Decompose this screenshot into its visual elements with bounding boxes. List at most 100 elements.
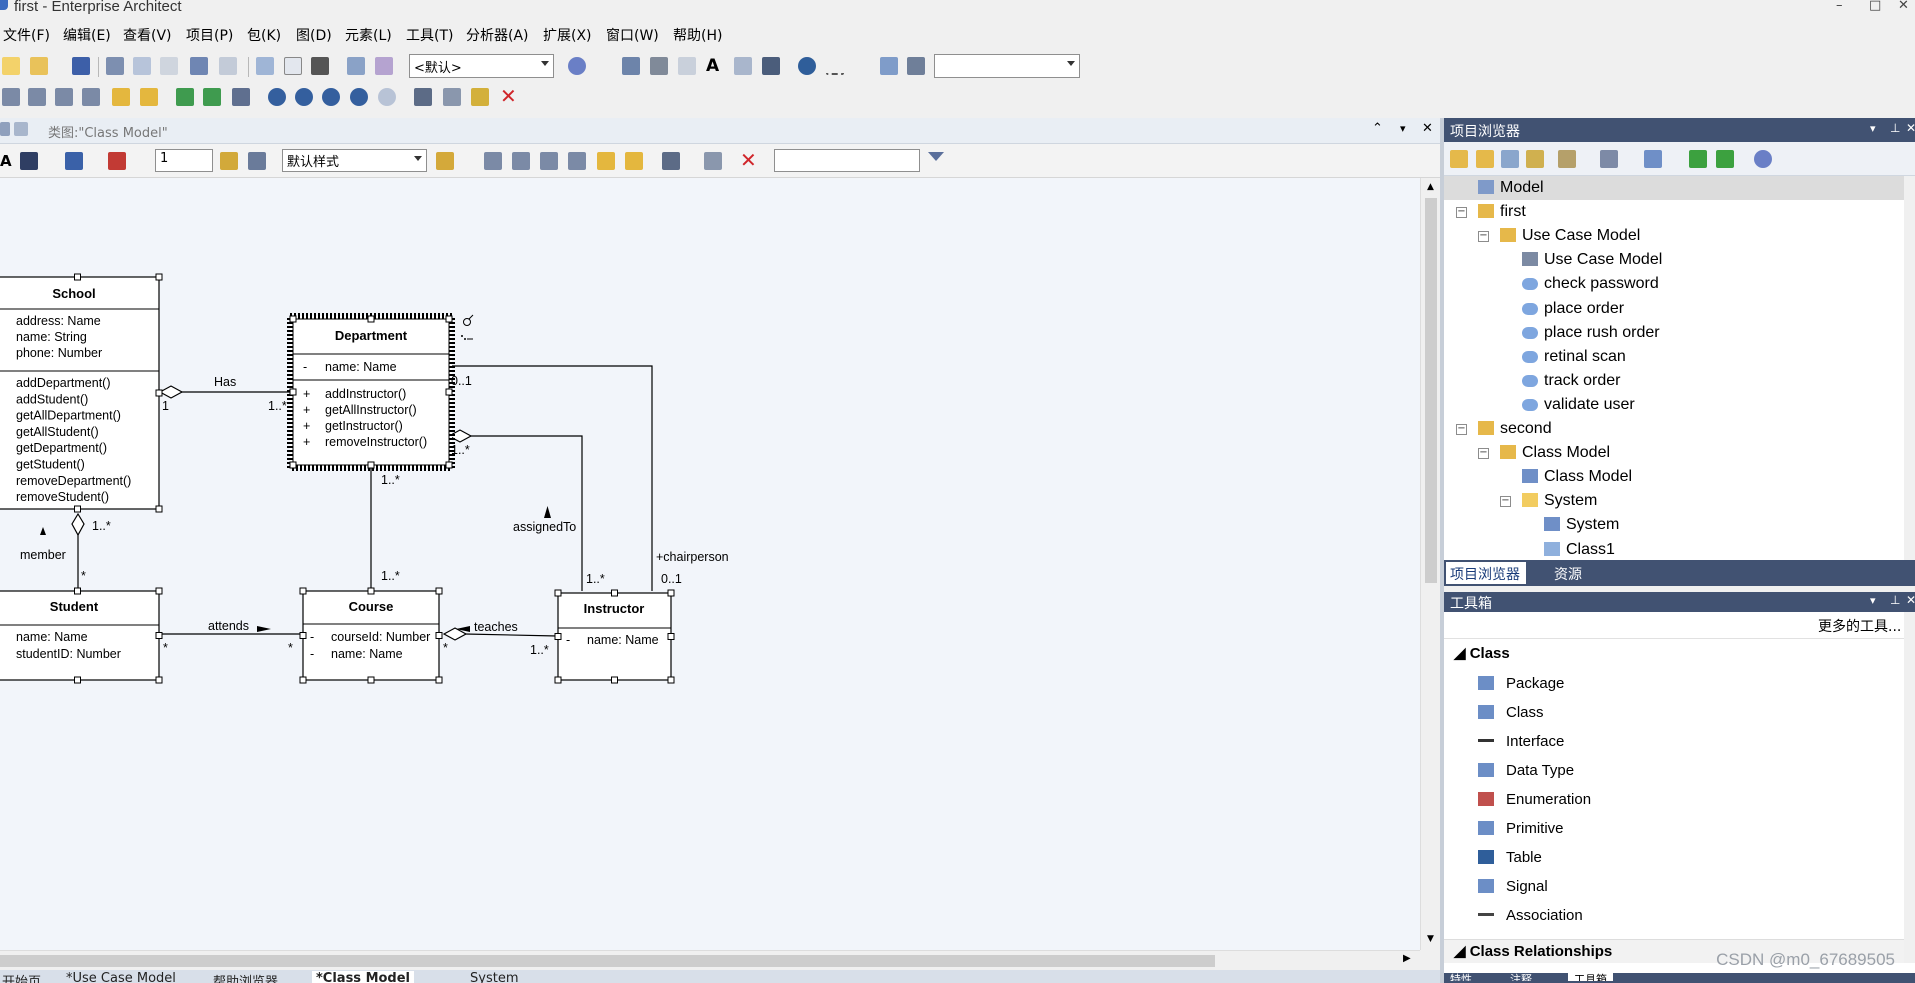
- tab-properties[interactable]: 特性: [1450, 971, 1472, 981]
- save-icon[interactable]: [72, 57, 90, 75]
- tab-project-browser[interactable]: 项目浏览器: [1446, 562, 1526, 584]
- toolbox-item[interactable]: Primitive: [1478, 815, 1564, 843]
- quick-linker-icon[interactable]: [461, 314, 474, 340]
- resize-handle[interactable]: [667, 676, 675, 684]
- new-diagram-icon[interactable]: [1501, 150, 1519, 168]
- back-icon[interactable]: [176, 88, 194, 106]
- pb-close-icon[interactable]: ✕: [1906, 121, 1915, 135]
- resize-handle[interactable]: [667, 589, 675, 597]
- close-button[interactable]: ✕: [1898, 0, 1909, 13]
- resize-handle[interactable]: [367, 315, 375, 323]
- maximize-button[interactable]: □: [1869, 0, 1881, 13]
- horizontal-scroll-thumb[interactable]: [0, 955, 1215, 967]
- dropdown-icon[interactable]: ▾: [1400, 122, 1406, 135]
- resize-handle[interactable]: [299, 587, 307, 595]
- same-size-icon[interactable]: [112, 88, 130, 106]
- teaches-connector[interactable]: [464, 633, 558, 637]
- page-icon[interactable]: [284, 57, 302, 75]
- resize-handle[interactable]: [155, 632, 163, 639]
- globe-icon[interactable]: [798, 57, 816, 75]
- tree-item[interactable]: track order: [1522, 369, 1620, 393]
- tab-notes[interactable]: 注释: [1510, 971, 1532, 981]
- resize-handle[interactable]: [289, 461, 297, 469]
- diagram-canvas[interactable]: School address: Name name: String phone: N…: [0, 178, 1420, 950]
- tree-item[interactable]: first: [1478, 200, 1526, 224]
- project-tree-scrollbar[interactable]: [1904, 176, 1915, 560]
- line-width-combo[interactable]: 1: [155, 149, 213, 172]
- scroll-down-icon[interactable]: ▼: [1427, 934, 1434, 944]
- window-icon[interactable]: [907, 57, 925, 75]
- resize-handle[interactable]: [289, 388, 297, 396]
- tree-expander-icon[interactable]: −: [1478, 231, 1489, 243]
- resize-handle[interactable]: [155, 587, 163, 595]
- resize-handle[interactable]: [74, 505, 81, 513]
- resize-handle[interactable]: [74, 587, 81, 595]
- align-bottom-icon[interactable]: [82, 88, 100, 106]
- collapse-icon[interactable]: ⌃: [1372, 121, 1383, 136]
- diag-align-bottom-icon[interactable]: [568, 152, 586, 170]
- diag-export-icon[interactable]: [704, 152, 722, 170]
- resize-handle[interactable]: [299, 676, 307, 684]
- tree-item[interactable]: Model: [1478, 176, 1544, 200]
- diag-align-left-icon[interactable]: [484, 152, 502, 170]
- diag-same-width-icon[interactable]: [625, 152, 643, 170]
- resize-handle[interactable]: [155, 389, 163, 397]
- tree-item[interactable]: check password: [1522, 272, 1659, 296]
- pb-menu-icon[interactable]: ▾: [1870, 122, 1876, 135]
- new-folder-icon[interactable]: [1476, 150, 1494, 168]
- tab-class-model[interactable]: *Class Model: [312, 971, 415, 983]
- resize-handle[interactable]: [435, 632, 443, 639]
- tab-start-page[interactable]: 开始页: [2, 971, 41, 983]
- resize-handle[interactable]: [611, 676, 618, 684]
- class-student[interactable]: Student name: Name studentID: Number: [0, 590, 160, 681]
- toolbox-pin-icon[interactable]: ⊥: [1890, 593, 1900, 607]
- find-in-browser-icon[interactable]: [1558, 150, 1576, 168]
- text-icon[interactable]: A: [706, 57, 724, 75]
- fill-color-icon[interactable]: [65, 152, 83, 170]
- tree-item[interactable]: second: [1478, 417, 1552, 441]
- align-top-icon[interactable]: [55, 88, 73, 106]
- resize-handle[interactable]: [74, 273, 81, 281]
- tree-item[interactable]: place rush order: [1522, 321, 1660, 345]
- more-tools-link[interactable]: 更多的工具...: [1818, 616, 1901, 636]
- move-down-icon[interactable]: [1716, 150, 1734, 168]
- scroll-up-icon[interactable]: ▲: [1427, 182, 1434, 192]
- resize-handle[interactable]: [554, 676, 562, 684]
- resize-handle[interactable]: [554, 633, 562, 640]
- tree-item[interactable]: Use Case Model: [1522, 248, 1662, 272]
- tree-expander-icon[interactable]: −: [1478, 448, 1489, 460]
- resize-handle[interactable]: [367, 587, 375, 595]
- align-right-icon[interactable]: [28, 88, 46, 106]
- copy-icon[interactable]: [133, 57, 151, 75]
- class-course[interactable]: Course - courseId: Number - name: Name: [302, 590, 440, 681]
- scroll-right-icon[interactable]: ▶: [1403, 953, 1411, 964]
- tree-item[interactable]: retinal scan: [1522, 345, 1626, 369]
- tab-use-case-model[interactable]: *Use Case Model: [66, 971, 176, 983]
- same-width-icon[interactable]: [140, 88, 158, 106]
- class-instructor[interactable]: Instructor - name: Name: [557, 592, 672, 681]
- tree-item[interactable]: Class Model: [1522, 465, 1632, 489]
- tree-item[interactable]: System: [1522, 489, 1597, 513]
- toolbox-close-icon[interactable]: ✕: [1906, 593, 1915, 607]
- resize-handle[interactable]: [445, 315, 453, 323]
- toolbox-group-relationships[interactable]: ◢ Class Relationships: [1454, 942, 1612, 960]
- image-icon[interactable]: [734, 57, 752, 75]
- new-package-icon[interactable]: [1450, 150, 1468, 168]
- resize-handle[interactable]: [435, 587, 443, 595]
- paste-icon[interactable]: [160, 57, 178, 75]
- layout-icon[interactable]: [880, 57, 898, 75]
- diag-network-icon[interactable]: [662, 152, 680, 170]
- diag-same-size-icon[interactable]: [597, 152, 615, 170]
- forward-icon[interactable]: [203, 88, 221, 106]
- toolbox-item[interactable]: Class: [1478, 699, 1544, 727]
- tree-expander-icon[interactable]: −: [1456, 424, 1467, 435]
- resize-handle[interactable]: [74, 676, 81, 684]
- brush-icon[interactable]: [471, 88, 489, 106]
- menu-project[interactable]: 项目(P): [186, 25, 233, 45]
- tab-resources[interactable]: 资源: [1554, 564, 1582, 584]
- tree-item[interactable]: Use Case Model: [1500, 224, 1640, 248]
- delete-icon[interactable]: ✕: [500, 86, 518, 106]
- find-icon[interactable]: [256, 57, 274, 75]
- resize-handle[interactable]: [155, 676, 163, 684]
- tree-item[interactable]: System: [1544, 513, 1619, 537]
